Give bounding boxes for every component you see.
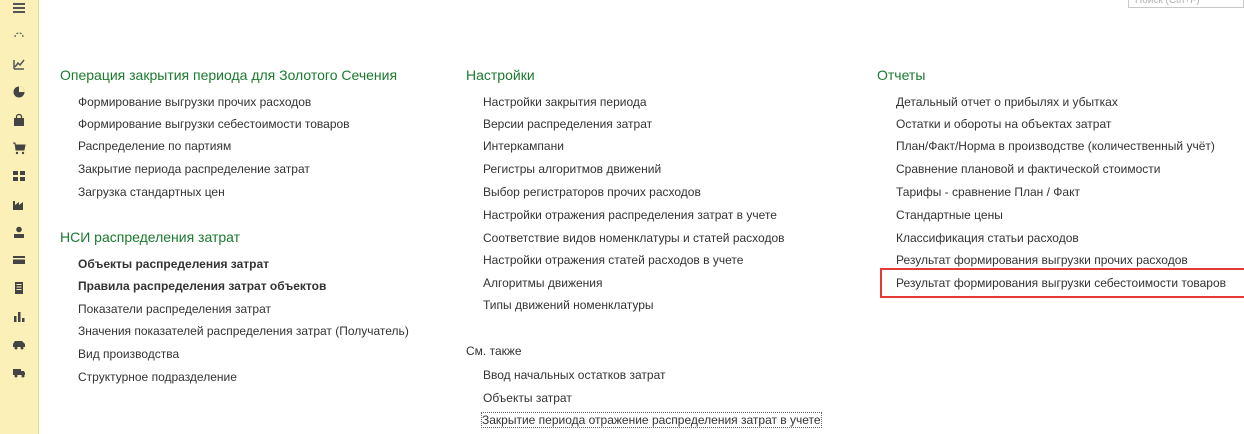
link-distribution-rules[interactable]: Правила распределения затрат объектов <box>78 279 326 293</box>
link-algorithm-registers[interactable]: Регистры алгоритмов движений <box>483 162 661 176</box>
link-other-expenses-upload[interactable]: Формирование выгрузки прочих расходов <box>78 95 311 109</box>
cart-icon[interactable] <box>0 138 38 158</box>
section-title-period-close: Операция закрытия периода для Золотого С… <box>60 67 398 83</box>
chart-icon[interactable] <box>0 54 38 74</box>
link-other-expenses-upload-result[interactable]: Результат формирования выгрузки прочих р… <box>896 253 1188 267</box>
left-sidebar <box>0 0 39 434</box>
menu-icon[interactable] <box>0 0 38 18</box>
link-indicator-values[interactable]: Значения показателей распределения затра… <box>78 324 409 338</box>
link-movement-algorithms[interactable]: Алгоритмы движения <box>483 276 602 290</box>
link-expense-classification[interactable]: Классификация статьи расходов <box>896 231 1079 245</box>
section-title-nsi: НСИ распределения затрат <box>60 229 241 245</box>
history-icon[interactable] <box>0 26 38 46</box>
section-title-settings: Настройки <box>466 67 535 83</box>
bag-icon[interactable] <box>0 110 38 130</box>
link-plan-fact-norm[interactable]: План/Факт/Норма в производстве (количест… <box>896 139 1215 153</box>
link-distribution-indicators[interactable]: Показатели распределения затрат <box>78 302 271 316</box>
link-select-registrars[interactable]: Выбор регистраторов прочих расходов <box>483 185 701 199</box>
link-production-type[interactable]: Вид производства <box>78 347 179 361</box>
pie-chart-icon[interactable] <box>0 82 38 102</box>
link-structural-unit[interactable]: Структурное подразделение <box>78 370 237 384</box>
document-icon[interactable] <box>0 278 38 298</box>
link-nomenclature-movement-types[interactable]: Типы движений номенклатуры <box>483 298 654 312</box>
section-title-see-also: См. также <box>466 344 522 358</box>
link-tariffs-plan-fact[interactable]: Тарифы - сравнение План / Факт <box>896 185 1080 199</box>
link-intercompany[interactable]: Интеркампани <box>483 139 564 153</box>
link-distribution-accounting-settings[interactable]: Настройки отражения распределения затрат… <box>483 208 777 222</box>
bar-chart-icon[interactable] <box>0 306 38 326</box>
link-batch-distribution[interactable]: Распределение по партиям <box>78 139 231 153</box>
link-plan-fact-cost-comparison[interactable]: Сравнение плановой и фактической стоимос… <box>896 162 1161 176</box>
search-input[interactable]: Поиск (Ctrl+F) <box>1128 0 1244 8</box>
link-profit-loss-report[interactable]: Детальный отчет о прибылях и убытках <box>896 95 1118 109</box>
link-cost-object-balances[interactable]: Остатки и обороты на объектах затрат <box>896 117 1111 131</box>
car-icon[interactable] <box>0 334 38 354</box>
link-period-close-distribution[interactable]: Закрытие периода распределение затрат <box>78 162 310 176</box>
card-icon[interactable] <box>0 250 38 270</box>
truck-icon[interactable] <box>0 362 38 382</box>
link-cost-upload[interactable]: Формирование выгрузки себестоимости това… <box>78 117 350 131</box>
highlight-box <box>880 268 1244 298</box>
factory-icon[interactable] <box>0 194 38 214</box>
link-period-close-settings[interactable]: Настройки закрытия периода <box>483 95 647 109</box>
link-period-close-distribution-accounting[interactable]: Закрытие периода отражение распределения… <box>481 412 822 428</box>
link-expense-accounting-settings[interactable]: Настройки отражения статей расходов в уч… <box>483 253 743 267</box>
person-icon[interactable] <box>0 222 38 242</box>
link-load-standard-prices[interactable]: Загрузка стандартных цен <box>78 185 225 199</box>
link-standard-prices[interactable]: Стандартные цены <box>896 208 1003 222</box>
link-nomenclature-expense-mapping[interactable]: Соответствие видов номенклатуры и статей… <box>483 231 785 245</box>
section-title-reports: Отчеты <box>877 67 926 83</box>
link-cost-objects[interactable]: Объекты затрат <box>483 391 572 405</box>
link-distribution-versions[interactable]: Версии распределения затрат <box>483 117 652 131</box>
grid-icon[interactable] <box>0 166 38 186</box>
link-distribution-objects[interactable]: Объекты распределения затрат <box>78 257 269 271</box>
link-initial-cost-balances[interactable]: Ввод начальных остатков затрат <box>483 368 666 382</box>
